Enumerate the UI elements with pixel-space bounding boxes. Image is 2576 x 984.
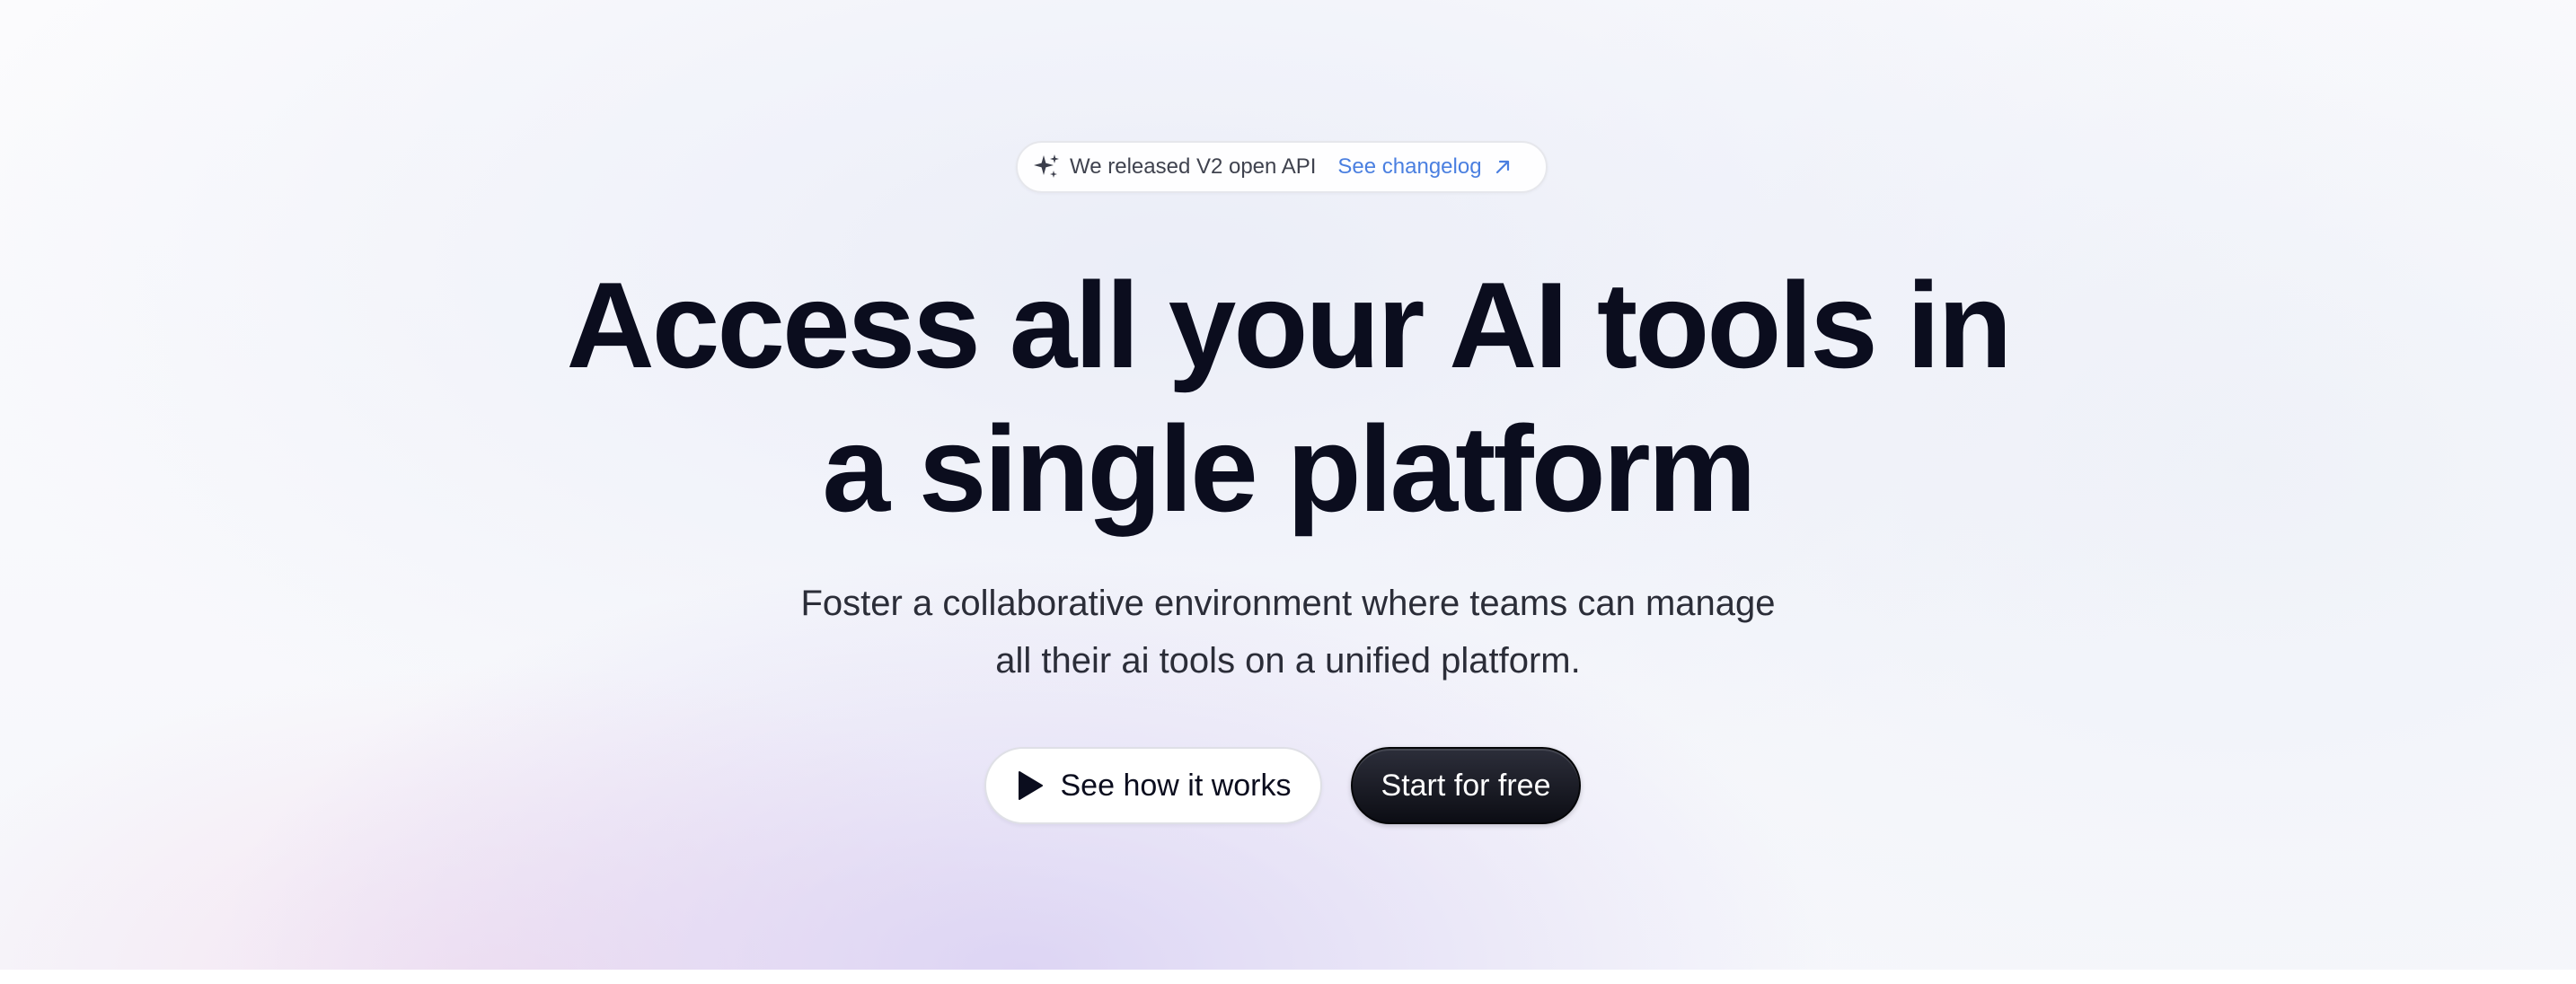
announcement-text: We released V2 open API: [1070, 154, 1317, 179]
start-for-free-label: Start for free: [1381, 768, 1551, 803]
sparkle-icon: [1032, 153, 1061, 181]
headline-line-2: a single platform: [822, 400, 1756, 537]
hero-subtitle: Foster a collaborative environment where…: [0, 575, 2576, 690]
section-divider: [0, 970, 2576, 984]
changelog-link-label: See changelog: [1337, 154, 1482, 179]
arrow-up-right-icon: [1493, 157, 1513, 177]
changelog-link[interactable]: See changelog: [1337, 154, 1512, 180]
headline-line-1: Access all your AI tools in: [566, 257, 2013, 393]
see-how-it-works-label: See how it works: [1060, 768, 1292, 803]
announcement-pill: We released V2 open API See changelog: [1016, 141, 1548, 193]
play-icon: [1016, 769, 1045, 802]
page-title: Access all your AI tools in a single pla…: [0, 253, 2576, 540]
see-how-it-works-button[interactable]: See how it works: [984, 747, 1322, 824]
subtitle-line-2: all their ai tools on a unified platform…: [995, 641, 1581, 681]
start-for-free-button[interactable]: Start for free: [1351, 747, 1581, 824]
subtitle-line-1: Foster a collaborative environment where…: [800, 584, 1776, 623]
